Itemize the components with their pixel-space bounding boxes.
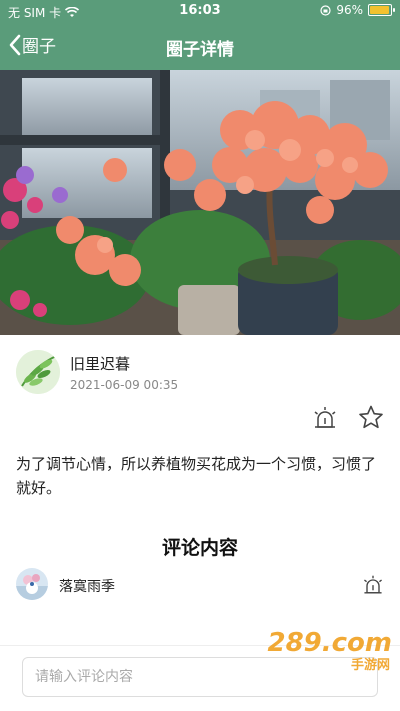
comment-bar xyxy=(0,645,400,711)
comment-item: 落寞雨季 xyxy=(16,568,386,604)
status-bar: 无 SIM 卡 16:03 96% xyxy=(0,0,400,22)
nav-bar: 圈子 圈子详情 xyxy=(0,28,400,64)
app-header: 无 SIM 卡 16:03 96% 圈子 圈子详情 xyxy=(0,0,400,70)
battery-level xyxy=(370,6,390,14)
post-author: 旧里迟暮 2021-06-09 00:35 xyxy=(16,350,386,400)
page-title: 圈子详情 xyxy=(166,40,234,60)
author-avatar[interactable] xyxy=(16,350,60,394)
report-alarm-icon[interactable] xyxy=(311,405,339,433)
comments-section-title: 评论内容 xyxy=(161,537,238,559)
comment-report-icon[interactable] xyxy=(361,574,385,598)
star-favorite-icon[interactable] xyxy=(357,404,385,432)
battery-percent: 96% xyxy=(336,3,363,17)
comment-input[interactable] xyxy=(22,657,378,697)
post-content: 为了调节心情，所以养植物买花成为一个习惯，习惯了就好。 xyxy=(16,455,377,497)
potted-bougainvillea-photo xyxy=(0,70,400,335)
orientation-lock-icon xyxy=(320,4,331,16)
leaf-avatar-icon xyxy=(16,350,60,394)
battery-status: 96% xyxy=(320,3,395,17)
back-label: 圈子 xyxy=(22,37,56,57)
battery-icon xyxy=(368,4,395,16)
commenter-avatar[interactable] xyxy=(16,568,48,600)
author-name[interactable]: 旧里迟暮 xyxy=(70,353,130,374)
post-image[interactable] xyxy=(0,70,400,335)
chevron-left-icon xyxy=(9,34,21,55)
commenter-name[interactable]: 落寞雨季 xyxy=(59,576,115,596)
back-button[interactable]: 圈子 xyxy=(8,32,56,57)
post-timestamp: 2021-06-09 00:35 xyxy=(70,378,179,392)
blossom-avatar-icon xyxy=(16,568,48,600)
